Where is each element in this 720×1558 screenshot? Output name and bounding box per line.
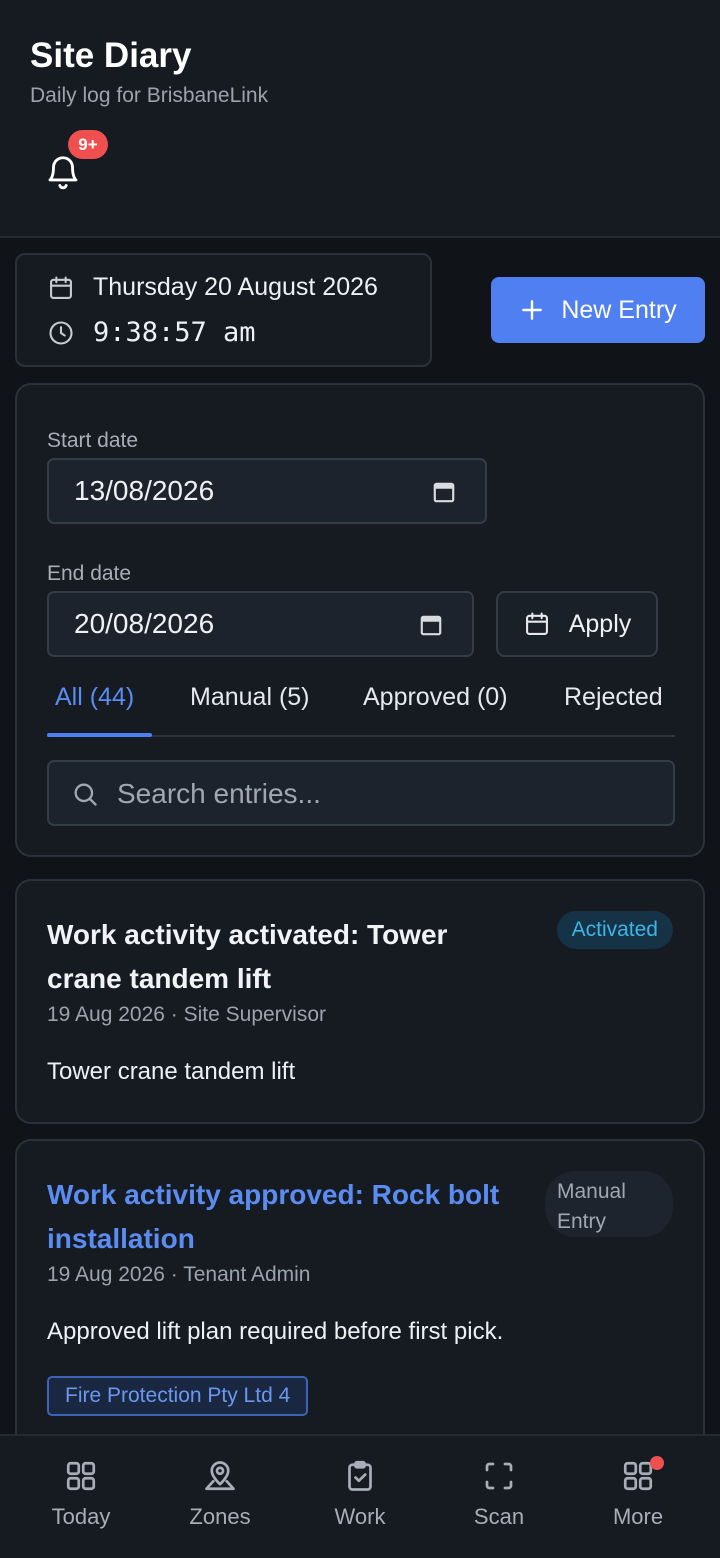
entry-meta: 19 Aug 2026 · Tenant Admin (47, 1263, 311, 1286)
entry-body: Approved lift plan required before first… (47, 1318, 504, 1345)
end-date-input[interactable]: 20/08/2026 (47, 591, 474, 657)
current-date-row: Thursday 20 August 2026 (47, 273, 378, 302)
scan-icon (485, 1462, 513, 1490)
nav-label: Zones (189, 1504, 251, 1529)
organization-tag[interactable]: Fire Protection Pty Ltd 4 (47, 1376, 309, 1416)
end-date-value: 20/08/2026 (74, 608, 215, 639)
page-subtitle: Daily log for BrisbaneLink (30, 84, 269, 107)
active-tab-indicator (47, 733, 152, 737)
entry-title-link[interactable]: Work activity approved: Rock bolt instal… (47, 1173, 517, 1261)
bottom-navigation: Today Zones Work Scan More (0, 1434, 720, 1558)
current-date: Thursday 20 August 2026 (93, 273, 378, 301)
map-pin-icon (205, 1461, 235, 1491)
tab-all[interactable]: All (44) (55, 683, 134, 712)
nav-scan[interactable]: Scan (449, 1458, 549, 1538)
calendar-icon (50, 275, 72, 299)
tab-approved[interactable]: Approved (0) (363, 683, 508, 712)
more-notification-dot (650, 1456, 664, 1470)
clipboard-check-icon (348, 1460, 372, 1491)
app-header: Site Diary Daily log for BrisbaneLink 9+ (0, 0, 720, 238)
calendar-icon (525, 612, 548, 635)
nav-today[interactable]: Today (31, 1458, 131, 1538)
filter-card: Start date 13/08/2026 End date 20/08/202… (15, 383, 705, 857)
current-datetime-card: Thursday 20 August 2026 9:38:57 am (15, 253, 432, 367)
nav-label: Scan (473, 1504, 525, 1529)
tab-rejected[interactable]: Rejected (564, 683, 663, 712)
site-diary-app: Site Diary Daily log for BrisbaneLink 9+… (0, 0, 720, 1558)
entry-filter-tabs: All (44) Manual (5) Approved (0) Rejecte… (47, 675, 675, 737)
search-input[interactable] (117, 772, 657, 816)
entry-body: Tower crane tandem lift (47, 1058, 296, 1085)
end-date-label: End date (47, 562, 132, 585)
new-entry-button[interactable]: New Entry (491, 277, 705, 343)
plus-icon (522, 300, 543, 320)
apply-button[interactable]: Apply (496, 591, 658, 657)
apply-label: Apply (568, 609, 632, 638)
current-time-row: 9:38:57 am (47, 317, 256, 348)
grid-icon (66, 1461, 96, 1491)
nav-label: Today (51, 1504, 111, 1529)
current-time: 9:38:57 am (93, 317, 256, 348)
calendar-picker-icon[interactable] (431, 479, 457, 505)
nav-more[interactable]: More (588, 1456, 688, 1538)
diary-entry-card[interactable]: Work activity approved: Rock bolt instal… (15, 1139, 705, 1449)
entry-meta: 19 Aug 2026 · Site Supervisor (47, 1003, 327, 1026)
nav-label: More (612, 1504, 664, 1529)
start-date-input[interactable]: 13/08/2026 (47, 458, 487, 524)
clock-icon (49, 320, 73, 345)
new-entry-label: New Entry (561, 295, 677, 324)
calendar-picker-icon[interactable] (418, 612, 444, 638)
start-date-value: 13/08/2026 (74, 475, 215, 506)
nav-label: Work (334, 1504, 386, 1529)
status-badge: Activated (556, 911, 673, 949)
nav-work[interactable]: Work (310, 1458, 410, 1538)
diary-entry-card[interactable]: Work activity activated: Tower crane tan… (15, 879, 705, 1124)
nav-zones[interactable]: Zones (170, 1458, 270, 1538)
tab-manual[interactable]: Manual (5) (190, 683, 310, 712)
start-date-label: Start date (47, 429, 139, 452)
notifications-badge: 9+ (68, 130, 108, 159)
page-title: Site Diary (30, 36, 192, 75)
search-field (47, 760, 675, 826)
manual-entry-badge: Manual Entry (545, 1171, 673, 1237)
search-icon (74, 783, 97, 806)
entry-title: Work activity activated: Tower crane tan… (47, 919, 448, 994)
